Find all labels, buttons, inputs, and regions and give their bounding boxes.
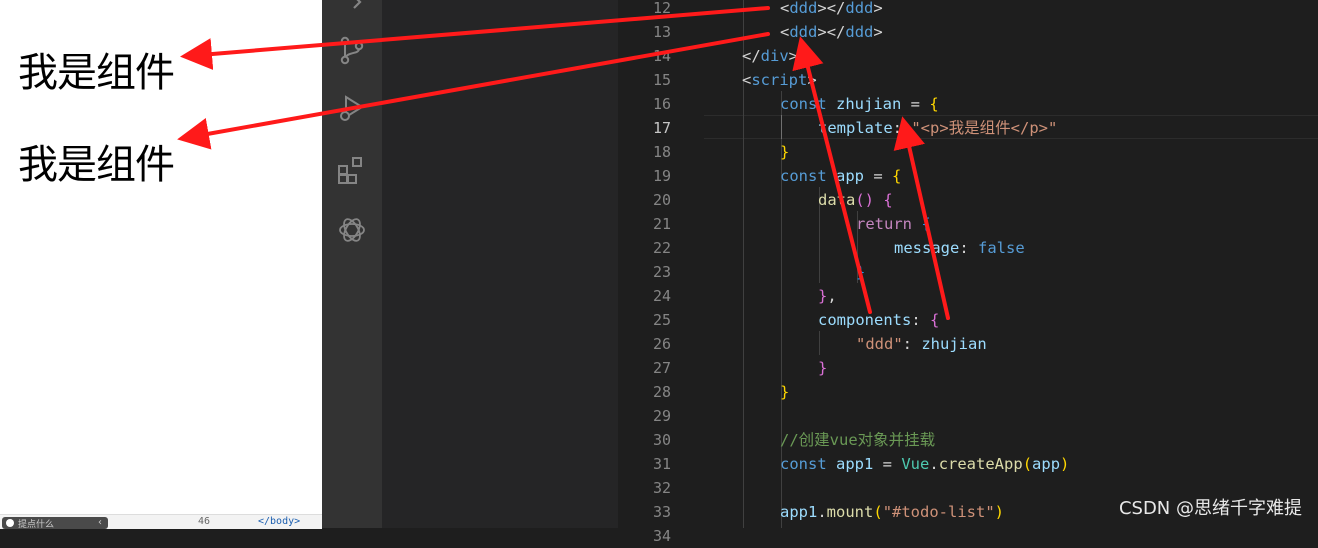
- code-line[interactable]: <script>: [704, 68, 817, 92]
- line-number: 31: [652, 455, 671, 473]
- feedback-pill-text: 提点什么: [18, 520, 55, 530]
- line-number: 18: [652, 143, 671, 161]
- line-number: 28: [652, 383, 671, 401]
- line-number: 24: [652, 287, 671, 305]
- line-number: 19: [652, 167, 671, 185]
- code-line[interactable]: <ddd></ddd>: [704, 0, 883, 20]
- line-number: 33: [652, 503, 671, 521]
- code-line[interactable]: template: "<p>我是组件</p>": [704, 116, 1057, 140]
- side-panel: [382, 0, 618, 528]
- code-line[interactable]: [704, 476, 780, 500]
- code-line[interactable]: data() {: [704, 188, 893, 212]
- run-debug-icon[interactable]: [336, 92, 368, 124]
- feedback-pill[interactable]: 提点什么 ‹: [2, 517, 108, 530]
- line-number: 30: [652, 431, 671, 449]
- line-number: 23: [652, 263, 671, 281]
- code-line[interactable]: const app1 = Vue.createApp(app): [704, 452, 1069, 476]
- code-line[interactable]: }: [704, 356, 827, 380]
- line-number: 29: [652, 407, 671, 425]
- feedback-icon: [6, 519, 14, 527]
- code-line[interactable]: const app = {: [704, 164, 901, 188]
- line-number: 12: [652, 0, 671, 17]
- line-number: 27: [652, 359, 671, 377]
- line-number: 13: [652, 23, 671, 41]
- code-line[interactable]: }: [704, 140, 789, 164]
- line-number: 20: [652, 191, 671, 209]
- line-number: 32: [652, 479, 671, 497]
- line-number: 16: [652, 95, 671, 113]
- devtools-line-number: 46: [198, 516, 211, 527]
- line-number: 22: [652, 239, 671, 257]
- code-line[interactable]: message: false: [704, 236, 1025, 260]
- line-number: 17: [652, 119, 671, 137]
- browser-preview: 我是组件 我是组件 提点什么 ‹ 46 </body>: [0, 0, 322, 530]
- devtools-bar: 提点什么 ‹ 46 </body>: [0, 514, 322, 530]
- component-output-2: 我是组件: [18, 142, 175, 188]
- csdn-watermark: CSDN @思绪千字难提: [1118, 498, 1302, 519]
- devtools-body-tag: </body>: [258, 516, 301, 527]
- code-line[interactable]: </div>: [704, 44, 798, 68]
- chevron-left-icon[interactable]: ‹: [98, 517, 102, 528]
- code-line[interactable]: //创建vue对象并挂载: [704, 428, 935, 452]
- line-number-gutter: 12 13 14 15 16 17 18 19 20 21 22 23 24 2…: [618, 0, 704, 545]
- code-line[interactable]: "ddd": zhujian: [704, 332, 987, 356]
- activity-bar: [322, 0, 382, 528]
- source-control-icon[interactable]: [336, 34, 368, 66]
- component-output-1: 我是组件: [18, 50, 175, 96]
- extensions-icon[interactable]: [336, 154, 368, 186]
- line-number: 14: [652, 47, 671, 65]
- line-number: 26: [652, 335, 671, 353]
- code-line[interactable]: }: [704, 380, 789, 404]
- line-number: 21: [652, 215, 671, 233]
- code-line[interactable]: },: [704, 284, 837, 308]
- code-line[interactable]: return {: [704, 212, 931, 236]
- code-editor[interactable]: 12 13 14 15 16 17 18 19 20 21 22 23 24 2…: [618, 0, 1318, 545]
- code-line[interactable]: const zhujian = {: [704, 92, 939, 116]
- line-number: 25: [652, 311, 671, 329]
- code-line[interactable]: }: [704, 260, 865, 284]
- line-number: 15: [652, 71, 671, 89]
- code-line[interactable]: app1.mount("#todo-list"): [704, 500, 1004, 524]
- openai-icon[interactable]: [336, 214, 368, 246]
- code-line[interactable]: components: {: [704, 308, 939, 332]
- search-icon[interactable]: [336, 0, 368, 18]
- code-line[interactable]: <ddd></ddd>: [704, 20, 883, 44]
- code-line[interactable]: [704, 404, 780, 428]
